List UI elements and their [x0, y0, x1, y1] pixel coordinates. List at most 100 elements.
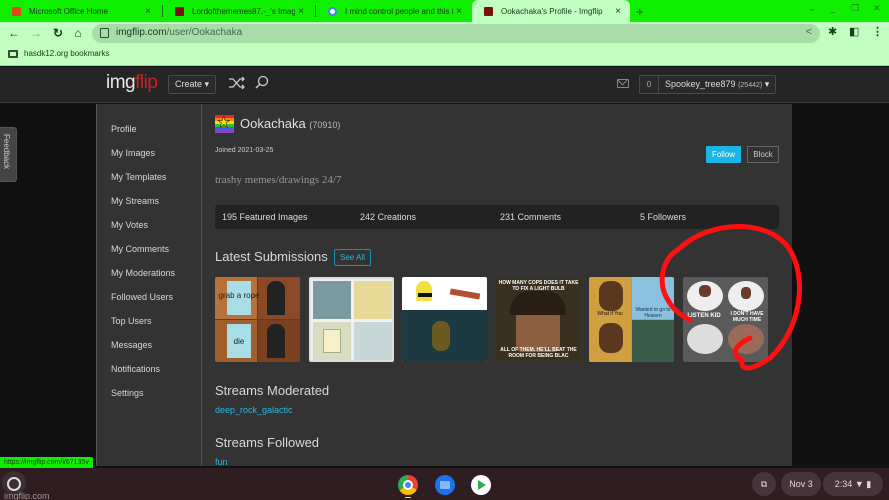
profile-username: Ookachaka (70910) [240, 116, 341, 131]
plus-icon: + [636, 3, 644, 19]
stat-featured-images[interactable]: 195 Featured Images [222, 212, 308, 222]
tab-office[interactable]: Microsoft Office Home × [0, 0, 160, 22]
close-tab-icon[interactable]: × [295, 6, 307, 17]
imgflip-logo[interactable]: imgflip [106, 72, 158, 94]
extensions-icon[interactable]: ✱ [828, 25, 837, 38]
wifi-icon: ▼ [854, 479, 864, 489]
imgflip-icon [175, 6, 184, 16]
follow-button[interactable]: Follow [706, 146, 741, 163]
submission-thumbnail[interactable]: HOW MANY COPS DOES IT TAKE TO FIX A LIGH… [496, 277, 581, 362]
shuffle-icon[interactable] [228, 76, 246, 90]
stream-link[interactable]: fun [215, 457, 228, 467]
thumbnail-caption: HOW MANY COPS DOES IT TAKE TO FIX A LIGH… [498, 280, 579, 292]
submission-thumbnail[interactable]: What if You Wanted to go to Heaven [589, 277, 674, 362]
bookmarks-bar: hasdk12.org bookmarks [0, 44, 889, 66]
active-app-indicator [405, 497, 411, 498]
bookmark-folder[interactable]: hasdk12.org bookmarks [8, 49, 109, 58]
submission-thumbnail[interactable]: grab a rope die [215, 277, 300, 362]
notification-count[interactable]: 0 [640, 76, 659, 93]
sidebar-item-profile[interactable]: Profile [111, 124, 137, 134]
back-icon[interactable]: ← [6, 25, 22, 41]
restore-icon[interactable]: ❐ [851, 3, 859, 14]
joined-date: Joined 2021-03-25 [215, 147, 274, 154]
launcher-icon[interactable] [7, 477, 21, 491]
home-icon[interactable]: ⌂ [70, 25, 86, 41]
clock: 2:34 [834, 479, 853, 489]
sidebar-item-my-votes[interactable]: My Votes [111, 220, 148, 230]
thumbnail-caption: I DON'T HAVE MUCH TIME [730, 311, 764, 323]
imgflip-icon [484, 6, 493, 16]
folder-icon [8, 49, 18, 58]
sidebar-item-my-templates[interactable]: My Templates [111, 172, 166, 182]
sidebar-item-messages[interactable]: Messages [111, 340, 152, 350]
holding-space-icon[interactable]: ⧉ [752, 472, 776, 496]
stat-comments[interactable]: 231 Comments [500, 212, 561, 222]
office-icon [12, 6, 21, 16]
close-tab-icon[interactable]: × [612, 6, 624, 17]
sidebar-item-followed-users[interactable]: Followed Users [111, 292, 173, 302]
search-icon[interactable] [255, 75, 269, 89]
close-window-icon[interactable]: ✕ [873, 3, 881, 14]
sidebar-item-my-streams[interactable]: My Streams [111, 196, 159, 206]
date-pill[interactable]: Nov 3 [781, 472, 821, 496]
google-icon [328, 6, 337, 16]
submission-thumbnail[interactable]: LISTEN KID I DON'T HAVE MUCH TIME [683, 277, 768, 362]
thumbnail-caption: die [233, 337, 245, 346]
url-text: imgflip.com/user/Ookachaka [116, 27, 243, 38]
play-store-icon[interactable] [471, 475, 491, 495]
user-menu[interactable]: 0 Spookey_tree879 (25442) ▾ [639, 75, 777, 94]
thumbnail-caption: Wanted to go to Heaven [635, 307, 671, 319]
tab-strip: Microsoft Office Home × Lordofthememes87… [0, 0, 889, 22]
see-all-button[interactable]: See All [334, 249, 371, 266]
sidebar-item-settings[interactable]: Settings [111, 388, 144, 398]
mail-icon[interactable] [617, 79, 629, 88]
sidebar: Profile My Images My Templates My Stream… [96, 104, 202, 466]
profile-main: Ookachaka (70910) Joined 2021-03-25 tras… [203, 104, 792, 467]
submission-thumbnail[interactable] [402, 277, 487, 362]
tab-ookachaka-profile[interactable]: Ookachaka's Profile - Imgflip × [472, 0, 630, 22]
menu-icon[interactable]: ⋮ [872, 25, 883, 38]
files-icon[interactable] [435, 475, 455, 495]
shelf-site-label: imgflip.com [4, 491, 50, 500]
feedback-tab[interactable]: Feedback [0, 127, 17, 182]
os-shelf: imgflip.com ⧉ Nov 3 2:34 ▼ ▮ [0, 468, 889, 500]
sidebar-item-my-comments[interactable]: My Comments [111, 244, 169, 254]
tab-lordofthememes[interactable]: Lordofthememes87.-_'s Images × [163, 0, 313, 22]
thumbnail-caption: grab a rope [218, 291, 260, 300]
tab-search-icon[interactable]: ⌄ [808, 3, 816, 14]
site-info-icon[interactable] [100, 28, 109, 38]
sidebar-item-notifications[interactable]: Notifications [111, 364, 160, 374]
side-panel-icon[interactable]: ◧ [849, 25, 859, 38]
browser-toolbar: ← → ↻ ⌂ imgflip.com/user/Ookachaka < ✱ ◧… [0, 22, 889, 44]
tab-google[interactable]: I mind control people and this is × [316, 0, 471, 22]
bookmark-folder-label: hasdk12.org bookmarks [24, 49, 110, 58]
share-icon[interactable]: < [806, 26, 812, 38]
sidebar-item-my-images[interactable]: My Images [111, 148, 155, 158]
minimize-icon[interactable]: _ [830, 3, 835, 13]
tab-title: I mind control people and this is [345, 6, 453, 16]
streams-moderated-heading: Streams Moderated [215, 383, 330, 398]
sidebar-item-my-moderations[interactable]: My Moderations [111, 268, 175, 278]
block-button[interactable]: Block [747, 146, 779, 163]
address-bar[interactable]: imgflip.com/user/Ookachaka < [92, 24, 820, 43]
sidebar-item-top-users[interactable]: Top Users [111, 316, 152, 326]
close-tab-icon[interactable]: × [453, 6, 465, 17]
stat-creations[interactable]: 242 Creations [360, 212, 416, 222]
tab-title: Microsoft Office Home [29, 6, 108, 16]
status-bar-url: https://imgflip.com/i/67135v [0, 457, 93, 468]
system-tray[interactable]: 2:34 ▼ ▮ [823, 472, 883, 496]
battery-icon: ▮ [866, 479, 872, 489]
stat-followers[interactable]: 5 Followers [640, 212, 686, 222]
tab-title: Lordofthememes87.-_'s Images [192, 6, 295, 16]
stream-link[interactable]: deep_rock_galactic [215, 405, 293, 415]
forward-icon[interactable]: → [28, 25, 44, 41]
thumbnail-caption: LISTEN KID [687, 313, 721, 319]
create-button[interactable]: Create ▾ [168, 75, 217, 94]
thumbnail-caption: What if You [597, 311, 623, 317]
submission-thumbnail[interactable] [309, 277, 394, 362]
new-tab-button[interactable]: + [632, 0, 656, 22]
close-tab-icon[interactable]: × [142, 6, 154, 17]
current-user[interactable]: Spookey_tree879 (25442) ▾ [659, 79, 775, 90]
chrome-icon[interactable] [398, 475, 418, 495]
reload-icon[interactable]: ↻ [50, 25, 66, 41]
